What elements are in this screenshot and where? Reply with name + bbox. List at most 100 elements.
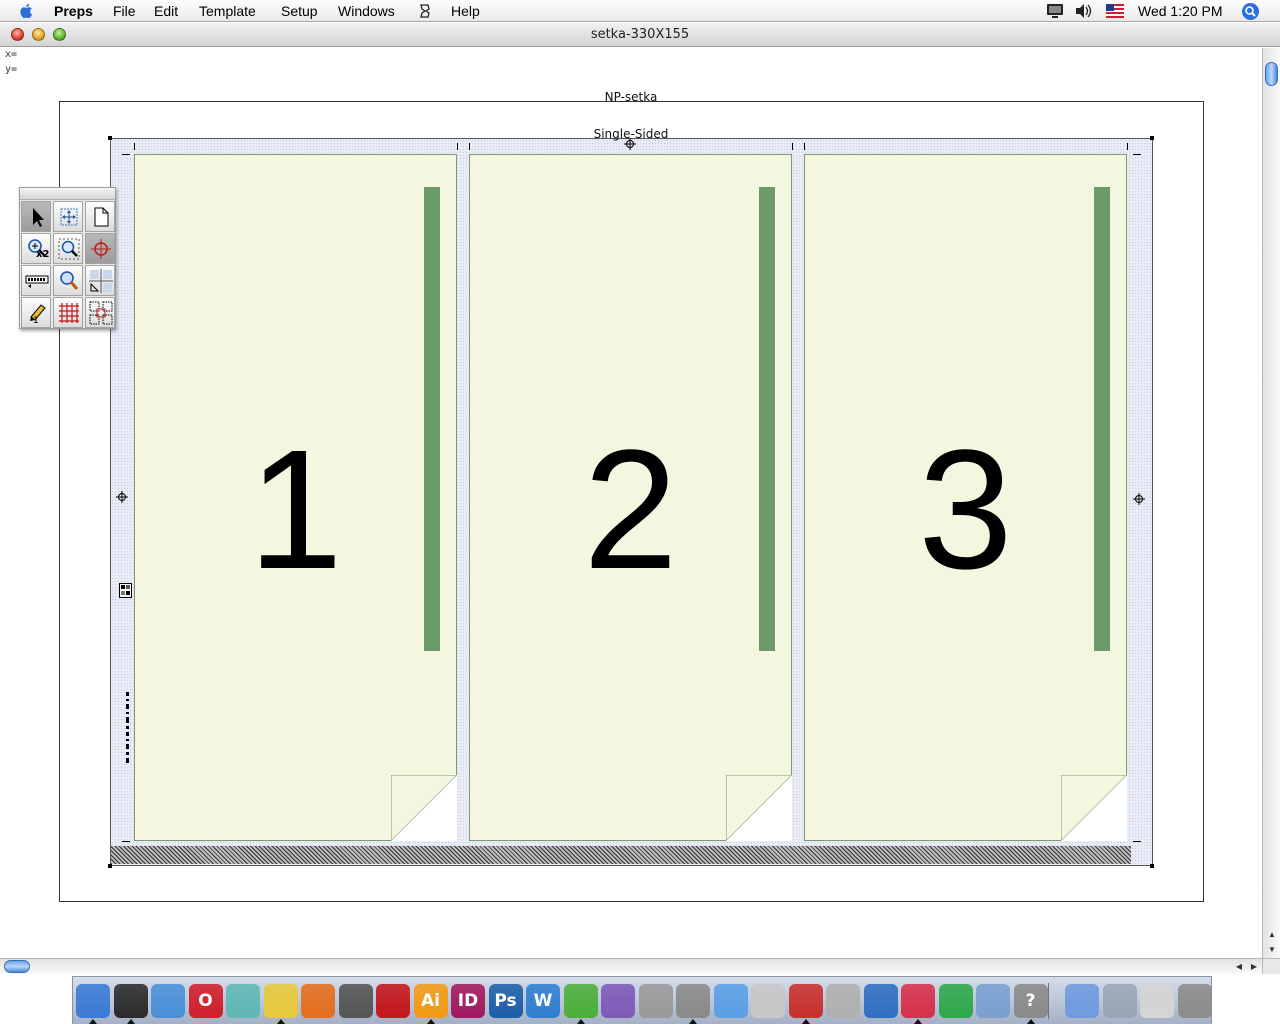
coord-x-readout: x= — [5, 49, 18, 60]
dock-calculator-icon[interactable] — [638, 984, 673, 1018]
text-mark-icon — [25, 275, 49, 288]
menu-setup[interactable]: Setup — [281, 3, 318, 19]
zoom-badge: x2 — [36, 249, 50, 260]
dock-disk-icon[interactable] — [1102, 984, 1137, 1018]
window-title-bar[interactable]: setka-330X155 — [0, 23, 1280, 47]
dock-dashboard-icon[interactable] — [113, 984, 148, 1018]
group-tool[interactable] — [85, 297, 115, 328]
registration-mark-icon[interactable] — [1133, 493, 1145, 505]
page-3[interactable]: 3 — [804, 154, 1127, 841]
spotlight-icon[interactable] — [1242, 3, 1259, 20]
crop-mark — [1133, 841, 1141, 842]
scroll-right-arrow-icon[interactable]: ▶ — [1247, 959, 1261, 974]
corner-handle[interactable] — [1150, 864, 1154, 868]
palette-title-bar[interactable] — [20, 188, 115, 200]
registration-mark-icon[interactable] — [116, 491, 128, 503]
page-1[interactable]: 1 — [134, 154, 457, 841]
crop-mark — [134, 143, 135, 150]
menu-windows[interactable]: Windows — [338, 3, 395, 19]
dock-syringe-icon[interactable] — [226, 984, 260, 1018]
dock-icon-label: ? — [1025, 991, 1036, 1011]
dock-icon-label: W — [533, 991, 553, 1011]
page-2[interactable]: 2 — [469, 154, 792, 841]
zoom-area-tool[interactable] — [53, 233, 83, 264]
menu-file[interactable]: File — [113, 3, 136, 19]
dock-app-tree-icon[interactable] — [563, 984, 598, 1018]
horizontal-scroll-thumb[interactable] — [4, 960, 30, 973]
vertical-scroll-thumb[interactable] — [1265, 62, 1278, 86]
zoom-x2-tool[interactable]: x2 — [21, 233, 51, 264]
dock-running-indicator — [689, 1019, 697, 1024]
dock-app-w-icon[interactable]: W — [526, 984, 560, 1018]
script-icon[interactable] — [417, 3, 433, 19]
dock-running-indicator — [914, 1019, 922, 1024]
resize-grip-icon[interactable] — [1262, 958, 1280, 974]
registration-mark-icon[interactable] — [624, 138, 636, 150]
scroll-up-arrow-icon[interactable]: ▲ — [1263, 928, 1280, 942]
menu-bar: Preps File Edit Template Setup Windows H… — [0, 0, 1280, 22]
crop-mark-tool[interactable] — [85, 265, 115, 296]
magnify-tool[interactable] — [53, 265, 83, 296]
menu-help[interactable]: Help — [451, 3, 480, 19]
dock-trash-icon[interactable] — [1177, 984, 1212, 1018]
volume-icon[interactable] — [1075, 3, 1093, 19]
vertical-scrollbar[interactable]: ▲ ▼ — [1262, 48, 1280, 958]
menu-template[interactable]: Template — [199, 3, 256, 19]
dock-indesign-icon[interactable]: ID — [451, 984, 485, 1018]
corner-handle[interactable] — [108, 136, 112, 140]
dock-photoshop-icon[interactable]: Ps — [488, 984, 523, 1018]
menu-clock[interactable]: Wed 1:20 PM — [1138, 3, 1223, 19]
dock-help-icon[interactable]: ? — [1013, 984, 1048, 1018]
dock-opera-icon[interactable]: O — [188, 984, 223, 1018]
corner-handle[interactable] — [1150, 136, 1154, 140]
menu-app-name[interactable]: Preps — [54, 3, 93, 19]
dock-safari-icon[interactable] — [151, 984, 185, 1018]
dock-separator — [1048, 983, 1049, 1019]
page-curl-icon — [391, 775, 457, 841]
crop-mark — [469, 143, 470, 150]
dock-running-indicator — [126, 1019, 135, 1024]
dock-running-indicator — [1026, 1019, 1035, 1024]
scroll-down-arrow-icon[interactable]: ▼ — [1263, 943, 1280, 957]
dock-running-indicator — [89, 1019, 97, 1024]
dock-app-home-icon[interactable] — [863, 984, 898, 1018]
display-icon[interactable] — [1046, 3, 1064, 19]
dock-icon-label: Ps — [494, 991, 517, 1011]
corner-handle[interactable] — [108, 864, 112, 868]
pencil-tool[interactable]: 1 — [21, 297, 51, 328]
apple-icon[interactable] — [18, 2, 36, 20]
registration-mark-tool[interactable] — [85, 233, 115, 264]
dock-creo-icon[interactable] — [901, 984, 935, 1018]
tool-palette[interactable]: x2 1 — [19, 187, 116, 329]
grid-tool[interactable] — [53, 297, 83, 328]
dock-app-scan-icon[interactable] — [826, 984, 860, 1018]
dock-finder-icon[interactable] — [76, 984, 110, 1018]
dock-itunes-icon[interactable] — [713, 984, 748, 1018]
crosshair-icon — [91, 239, 111, 259]
page-icon — [94, 207, 109, 227]
scroll-left-arrow-icon[interactable]: ◀ — [1232, 959, 1246, 974]
dock-app-red-icon[interactable] — [788, 984, 823, 1018]
menu-edit[interactable]: Edit — [154, 3, 178, 19]
dock-app-blue-doc-icon[interactable] — [976, 984, 1010, 1018]
dock-app-pen-icon[interactable] — [751, 984, 785, 1018]
dock-acrobat-distiller-icon[interactable] — [338, 984, 373, 1018]
dock-quarkxpress-icon[interactable] — [263, 984, 298, 1018]
dock-system-prefs-icon[interactable] — [676, 984, 710, 1018]
magnifier-icon — [60, 271, 79, 290]
dock-app-purple-icon[interactable] — [601, 984, 635, 1018]
dock-document-icon[interactable] — [1140, 984, 1174, 1018]
us-flag-icon[interactable] — [1106, 4, 1124, 18]
horizontal-scrollbar[interactable]: ◀ ▶ — [0, 958, 1262, 974]
crop-mark — [804, 143, 805, 150]
dock-acrobat-icon[interactable] — [376, 984, 410, 1018]
dock-icon-label: ID — [457, 991, 479, 1011]
mark-text-tool[interactable] — [21, 265, 51, 296]
dock-illustrator-icon[interactable]: Ai — [413, 984, 448, 1018]
dock-firefox-icon[interactable] — [301, 984, 335, 1018]
dock-app-green-icon[interactable] — [938, 984, 973, 1018]
page-tool[interactable] — [85, 201, 115, 232]
select-arrow-tool[interactable] — [21, 201, 51, 232]
move-tool[interactable] — [53, 201, 83, 232]
dock-folder-icon[interactable] — [1065, 984, 1099, 1018]
